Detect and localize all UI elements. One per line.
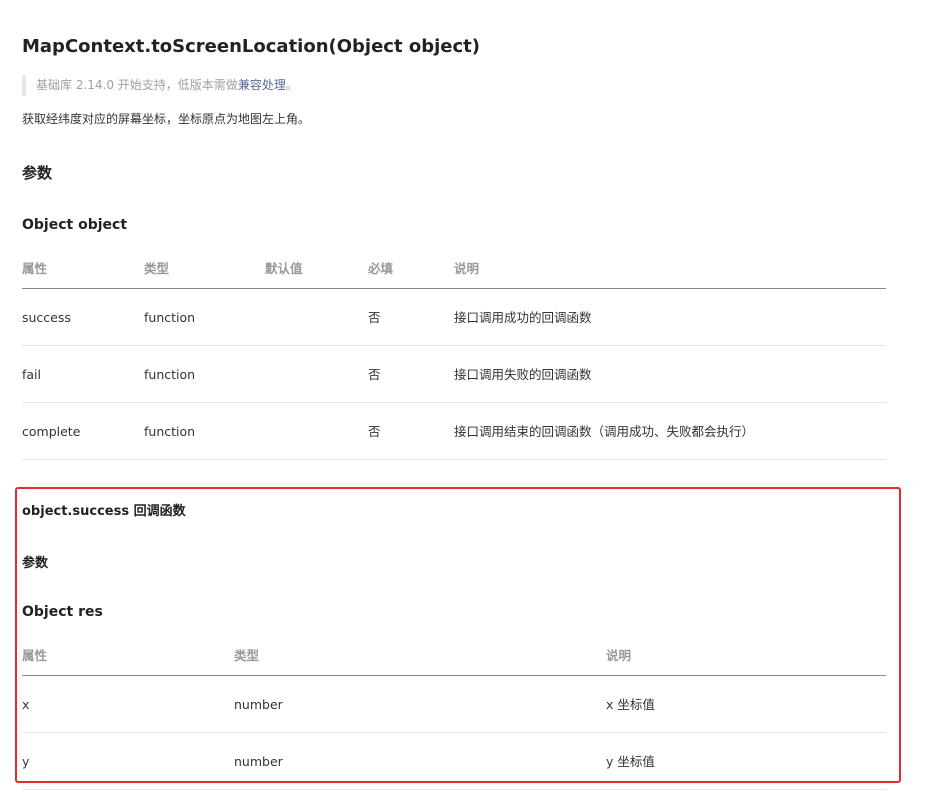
version-note: 基础库 2.14.0 开始支持，低版本需做兼容处理。 bbox=[22, 75, 422, 96]
cell-type: function bbox=[144, 367, 196, 382]
table-row: complete function 否 接口调用结束的回调函数（调用成功、失败都… bbox=[22, 403, 886, 460]
header-default: 默认值 bbox=[265, 261, 303, 276]
res-table-header: 属性 类型 说明 bbox=[22, 636, 886, 676]
header-property: 属性 bbox=[22, 261, 48, 276]
cell-description: x 坐标值 bbox=[606, 697, 655, 712]
header-description: 说明 bbox=[606, 648, 632, 663]
compat-link[interactable]: 兼容处理 bbox=[238, 78, 286, 92]
cell-description: 接口调用结束的回调函数（调用成功、失败都会执行） bbox=[454, 424, 755, 439]
header-type: 类型 bbox=[144, 261, 170, 276]
cell-description: 接口调用失败的回调函数 bbox=[454, 367, 592, 382]
cell-property: x bbox=[22, 697, 30, 712]
version-note-suffix: 。 bbox=[285, 78, 298, 92]
cell-type: function bbox=[144, 424, 196, 439]
params-heading: 参数 bbox=[22, 164, 53, 182]
cell-required: 否 bbox=[368, 367, 381, 382]
params-table-header: 属性 类型 默认值 必填 说明 bbox=[22, 249, 886, 289]
table-row: success function 否 接口调用成功的回调函数 bbox=[22, 289, 886, 346]
page-title: MapContext.toScreenLocation(Object objec… bbox=[22, 36, 480, 57]
api-description: 获取经纬度对应的屏幕坐标，坐标原点为地图左上角。 bbox=[22, 112, 311, 126]
cell-type: number bbox=[234, 697, 283, 712]
header-description: 说明 bbox=[454, 261, 480, 276]
res-table: 属性 类型 说明 x number x 坐标值 y number y 坐标值 bbox=[22, 636, 886, 790]
cell-required: 否 bbox=[368, 310, 381, 325]
header-type: 类型 bbox=[234, 648, 260, 663]
cell-type: function bbox=[144, 310, 196, 325]
cell-description: 接口调用成功的回调函数 bbox=[454, 310, 592, 325]
cell-description: y 坐标值 bbox=[606, 754, 655, 769]
callback-params-heading: 参数 bbox=[22, 556, 49, 571]
cell-property: complete bbox=[22, 424, 81, 439]
object-param-heading: Object object bbox=[22, 217, 128, 233]
cell-property: fail bbox=[22, 367, 42, 382]
doc-page: MapContext.toScreenLocation(Object objec… bbox=[0, 0, 942, 793]
res-object-heading: Object res bbox=[22, 604, 103, 620]
cell-required: 否 bbox=[368, 424, 381, 439]
params-table: 属性 类型 默认值 必填 说明 success function 否 接口调用成… bbox=[22, 249, 886, 460]
table-row: y number y 坐标值 bbox=[22, 733, 886, 790]
header-property: 属性 bbox=[22, 648, 48, 663]
table-row: x number x 坐标值 bbox=[22, 676, 886, 733]
callback-heading: object.success 回调函数 bbox=[22, 504, 186, 519]
version-note-text: 基础库 2.14.0 开始支持，低版本需做 bbox=[36, 78, 238, 92]
cell-property: success bbox=[22, 310, 71, 325]
header-required: 必填 bbox=[368, 261, 394, 276]
cell-type: number bbox=[234, 754, 283, 769]
table-row: fail function 否 接口调用失败的回调函数 bbox=[22, 346, 886, 403]
cell-property: y bbox=[22, 754, 30, 769]
